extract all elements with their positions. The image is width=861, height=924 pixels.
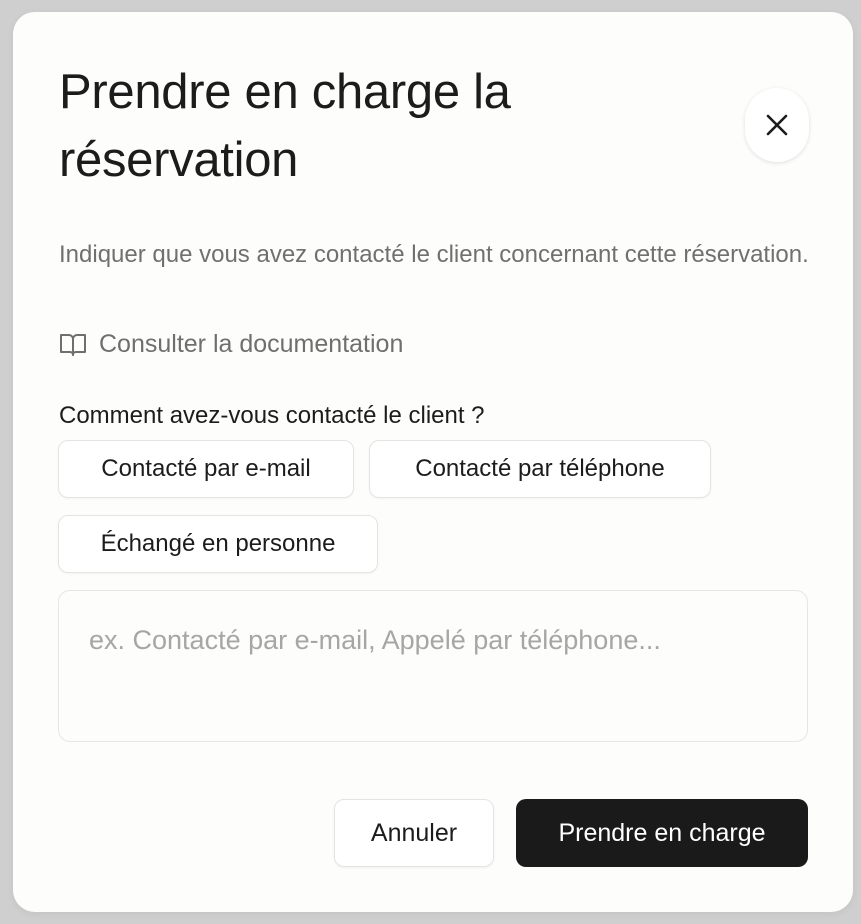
documentation-link-label: Consulter la documentation [99,330,404,358]
take-charge-button[interactable]: Prendre en charge [516,799,808,867]
close-icon [766,114,788,136]
documentation-link[interactable]: Consulter la documentation [59,330,403,359]
option-contacted-by-email[interactable]: Contacté par e-mail [58,440,354,498]
option-contacted-by-phone[interactable]: Contacté par téléphone [369,440,711,498]
contact-method-question: Comment avez-vous contacté le client ? [59,402,485,429]
option-exchanged-in-person[interactable]: Échangé en personne [58,515,378,573]
book-open-icon [60,333,86,356]
dialog-description: Indiquer que vous avez contacté le clien… [59,241,809,268]
cancel-button[interactable]: Annuler [334,799,494,867]
contact-note-textarea[interactable] [58,590,808,742]
take-charge-dialog: Prendre en charge la réservation Indique… [13,12,853,912]
close-button[interactable] [745,88,809,162]
dialog-title: Prendre en charge la réservation [59,65,511,187]
